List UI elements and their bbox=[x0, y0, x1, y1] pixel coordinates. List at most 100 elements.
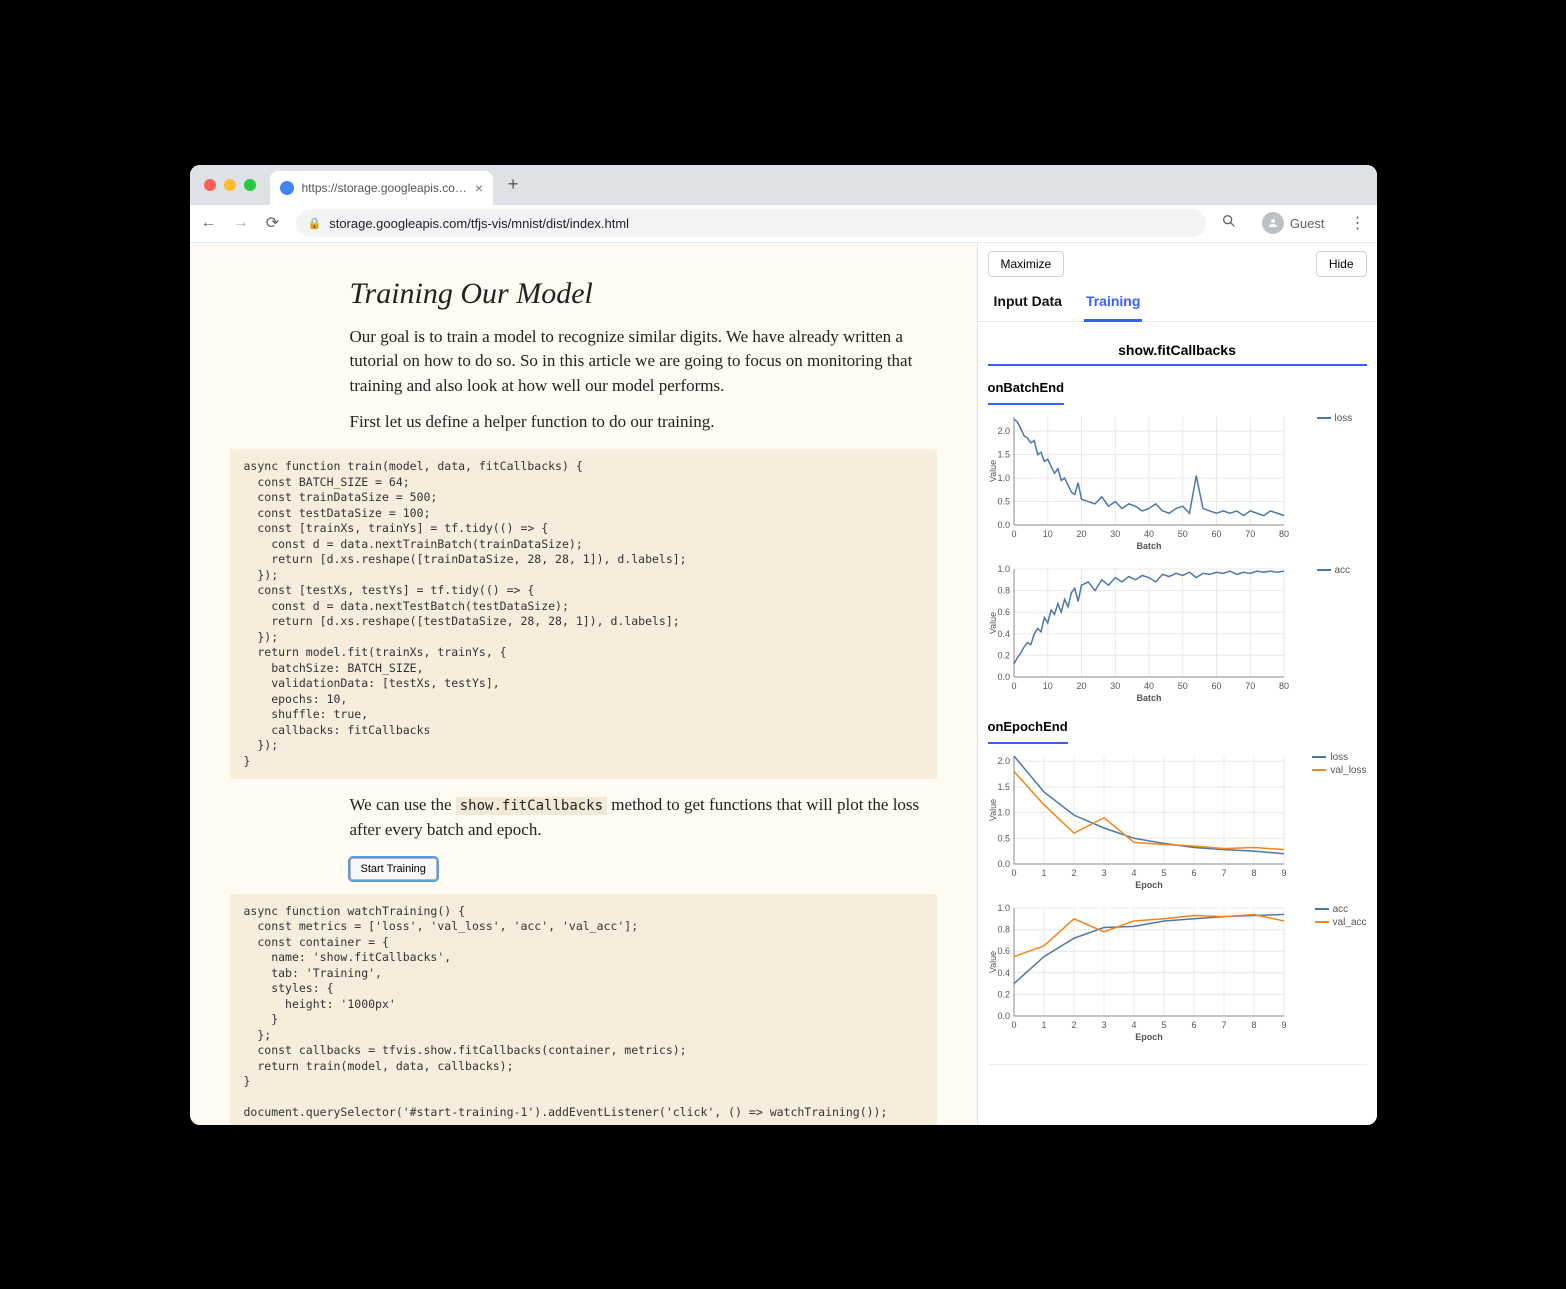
chart-onbatch-acc: 0.00.20.40.60.81.001020304050607080Batch… bbox=[988, 563, 1367, 703]
svg-text:0.8: 0.8 bbox=[997, 924, 1010, 934]
forward-icon[interactable]: → bbox=[232, 214, 250, 232]
svg-text:Batch: Batch bbox=[1136, 693, 1161, 703]
back-icon[interactable]: ← bbox=[200, 214, 218, 232]
svg-text:Value: Value bbox=[988, 459, 998, 481]
svg-text:3: 3 bbox=[1101, 1020, 1106, 1030]
visor-controls: Maximize Hide bbox=[978, 243, 1377, 285]
svg-text:8: 8 bbox=[1251, 868, 1256, 878]
start-training-button-1[interactable]: Start Training bbox=[350, 858, 437, 880]
svg-text:7: 7 bbox=[1221, 1020, 1226, 1030]
tab-title: https://storage.googleapis.co… bbox=[302, 181, 467, 195]
svg-text:2.0: 2.0 bbox=[997, 426, 1010, 436]
content: Training Our Model Our goal is to train … bbox=[190, 243, 1377, 1125]
svg-text:5: 5 bbox=[1161, 868, 1166, 878]
toolbar: ← → ⟳ 🔒 storage.googleapis.com/tfjs-vis/… bbox=[190, 205, 1377, 243]
svg-text:1.0: 1.0 bbox=[997, 903, 1010, 913]
svg-text:2: 2 bbox=[1071, 868, 1076, 878]
svg-text:20: 20 bbox=[1076, 681, 1086, 691]
svg-text:40: 40 bbox=[1143, 529, 1153, 539]
close-tab-icon[interactable]: × bbox=[475, 180, 483, 196]
profile-button[interactable]: Guest bbox=[1252, 208, 1335, 238]
svg-text:9: 9 bbox=[1281, 868, 1286, 878]
epoch-acc-chart: 0.00.20.40.60.81.00123456789EpochValue bbox=[988, 902, 1311, 1042]
menu-icon[interactable]: ⋮ bbox=[1349, 213, 1367, 233]
svg-text:1.5: 1.5 bbox=[997, 781, 1010, 791]
svg-text:80: 80 bbox=[1278, 681, 1288, 691]
svg-text:10: 10 bbox=[1042, 529, 1052, 539]
svg-text:Value: Value bbox=[988, 950, 998, 972]
svg-text:9: 9 bbox=[1281, 1020, 1286, 1030]
svg-text:Value: Value bbox=[988, 798, 998, 820]
lock-icon: 🔒 bbox=[308, 217, 322, 230]
epoch-loss-chart: 0.00.51.01.52.00123456789EpochValue bbox=[988, 750, 1309, 890]
svg-text:4: 4 bbox=[1131, 1020, 1136, 1030]
svg-text:5: 5 bbox=[1161, 1020, 1166, 1030]
maximize-window-icon[interactable] bbox=[244, 179, 256, 191]
article-pane[interactable]: Training Our Model Our goal is to train … bbox=[190, 243, 977, 1125]
svg-text:0.8: 0.8 bbox=[997, 585, 1010, 595]
svg-text:6: 6 bbox=[1191, 868, 1196, 878]
url-text: storage.googleapis.com/tfjs-vis/mnist/di… bbox=[329, 216, 629, 231]
browser-window: https://storage.googleapis.co… × + ← → ⟳… bbox=[190, 165, 1377, 1125]
legend-label: val_loss bbox=[1330, 765, 1366, 776]
svg-text:0.2: 0.2 bbox=[997, 989, 1010, 999]
favicon-icon bbox=[280, 181, 294, 195]
svg-text:4: 4 bbox=[1131, 868, 1136, 878]
svg-text:1: 1 bbox=[1041, 868, 1046, 878]
loss-chart: 0.00.51.01.52.001020304050607080BatchVal… bbox=[988, 411, 1313, 551]
text: We can use the bbox=[350, 795, 456, 814]
legend: acc val_acc bbox=[1315, 902, 1367, 930]
acc-chart: 0.00.20.40.60.81.001020304050607080Batch… bbox=[988, 563, 1313, 703]
svg-text:0.0: 0.0 bbox=[997, 1011, 1010, 1021]
legend-label: loss bbox=[1335, 413, 1353, 424]
svg-text:0.5: 0.5 bbox=[997, 496, 1010, 506]
paragraph: First let us define a helper function to… bbox=[350, 410, 937, 435]
svg-text:0: 0 bbox=[1011, 868, 1016, 878]
svg-text:Batch: Batch bbox=[1136, 541, 1161, 551]
svg-text:1.0: 1.0 bbox=[997, 807, 1010, 817]
svg-text:60: 60 bbox=[1211, 681, 1221, 691]
visor-tabs: Input Data Training bbox=[978, 285, 1377, 322]
card-title: show.fitCallbacks bbox=[988, 336, 1367, 366]
avatar-icon bbox=[1262, 212, 1284, 234]
svg-text:0.0: 0.0 bbox=[997, 672, 1010, 682]
svg-text:6: 6 bbox=[1191, 1020, 1196, 1030]
svg-text:2.0: 2.0 bbox=[997, 756, 1010, 766]
svg-text:Value: Value bbox=[988, 611, 998, 633]
tab-input-data[interactable]: Input Data bbox=[992, 285, 1064, 321]
chart-onepoch-loss: 0.00.51.01.52.00123456789EpochValue loss… bbox=[988, 750, 1367, 890]
svg-text:30: 30 bbox=[1110, 529, 1120, 539]
window-controls bbox=[204, 179, 256, 191]
svg-text:10: 10 bbox=[1042, 681, 1052, 691]
browser-tab[interactable]: https://storage.googleapis.co… × bbox=[270, 171, 494, 205]
search-icon[interactable] bbox=[1220, 213, 1238, 234]
svg-text:0.5: 0.5 bbox=[997, 833, 1010, 843]
close-window-icon[interactable] bbox=[204, 179, 216, 191]
svg-text:1.0: 1.0 bbox=[997, 473, 1010, 483]
minimize-window-icon[interactable] bbox=[224, 179, 236, 191]
legend-label: acc bbox=[1333, 904, 1349, 915]
code-block: async function train(model, data, fitCal… bbox=[230, 449, 937, 779]
svg-text:1.0: 1.0 bbox=[997, 564, 1010, 574]
svg-text:Epoch: Epoch bbox=[1135, 880, 1163, 890]
svg-text:60: 60 bbox=[1211, 529, 1221, 539]
svg-text:0.0: 0.0 bbox=[997, 859, 1010, 869]
visor-panel: Maximize Hide Input Data Training show.f… bbox=[977, 243, 1377, 1125]
tab-training[interactable]: Training bbox=[1084, 285, 1142, 322]
legend: acc bbox=[1317, 563, 1367, 578]
new-tab-button[interactable]: + bbox=[499, 174, 527, 195]
svg-text:20: 20 bbox=[1076, 529, 1086, 539]
chart-onepoch-acc: 0.00.20.40.60.81.00123456789EpochValue a… bbox=[988, 902, 1367, 1042]
legend: loss val_loss bbox=[1312, 750, 1366, 778]
code-block: async function watchTraining() { const m… bbox=[230, 894, 937, 1125]
svg-text:50: 50 bbox=[1177, 529, 1187, 539]
chart-onbatch-loss: 0.00.51.01.52.001020304050607080BatchVal… bbox=[988, 411, 1367, 551]
maximize-button[interactable]: Maximize bbox=[988, 251, 1065, 277]
svg-text:0: 0 bbox=[1011, 681, 1016, 691]
address-bar[interactable]: 🔒 storage.googleapis.com/tfjs-vis/mnist/… bbox=[296, 209, 1206, 237]
svg-text:0.6: 0.6 bbox=[997, 946, 1010, 956]
svg-text:0: 0 bbox=[1011, 1020, 1016, 1030]
hide-button[interactable]: Hide bbox=[1316, 251, 1367, 277]
reload-icon[interactable]: ⟳ bbox=[264, 213, 282, 233]
legend-label: acc bbox=[1335, 565, 1351, 576]
